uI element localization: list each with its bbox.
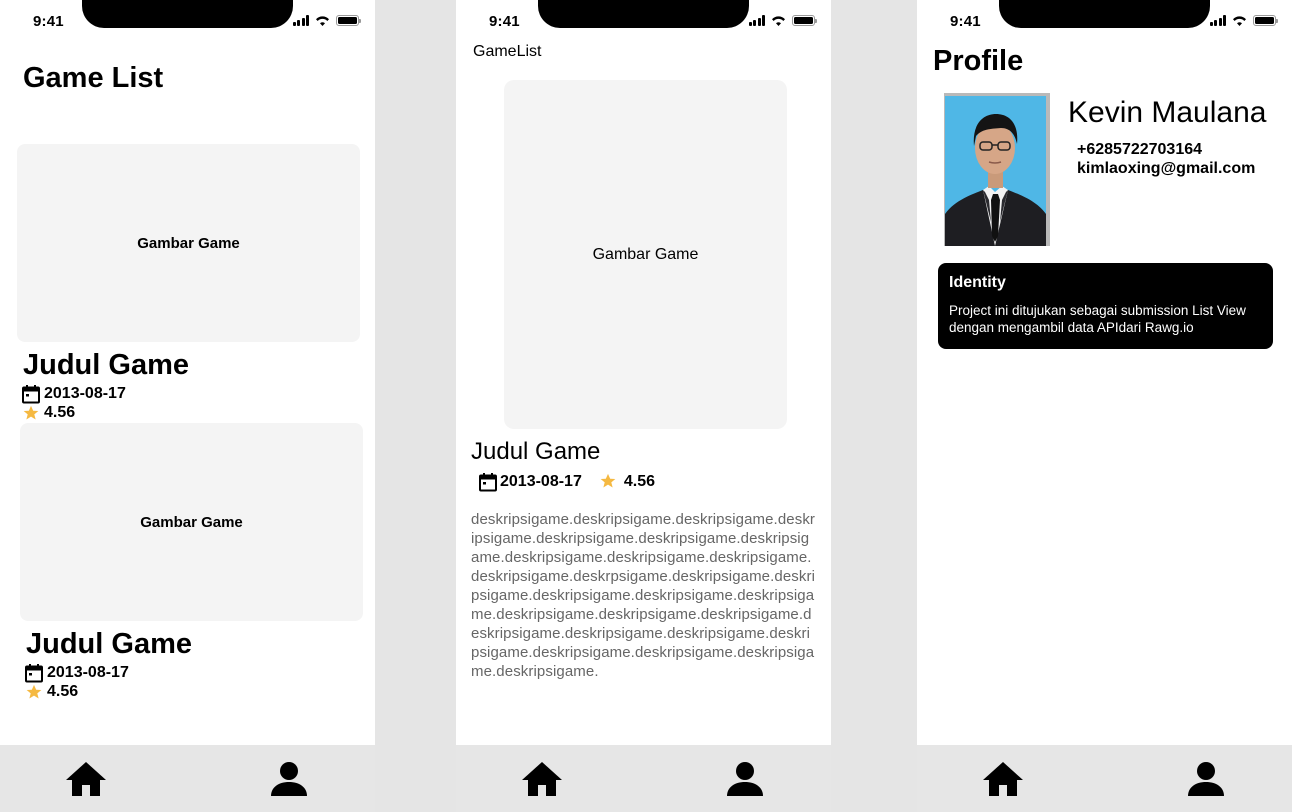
status-time: 9:41 [489, 13, 520, 30]
status-icons [292, 15, 361, 26]
wifi-icon [1233, 16, 1246, 26]
calendar-icon [478, 472, 498, 492]
status-time: 9:41 [950, 13, 981, 30]
status-icons [748, 15, 817, 26]
profile-icon[interactable] [270, 761, 308, 797]
rating-value: 4.56 [623, 473, 655, 490]
profile-photo [945, 96, 1046, 246]
star-icon [24, 682, 44, 702]
battery-icon [1253, 15, 1278, 26]
identity-card: Identity Project ini ditujukan sebagai s… [938, 263, 1273, 349]
wifi-icon [316, 16, 329, 26]
status-icons [1209, 15, 1278, 26]
calendar-icon [21, 384, 41, 404]
profile-icon[interactable] [726, 761, 764, 797]
profile-phone: +6285722703164 [1077, 141, 1203, 158]
notch [538, 0, 749, 28]
status-time: 9:41 [33, 13, 64, 30]
game-title[interactable]: Judul Game [26, 628, 192, 661]
profile-name: Kevin Maulana [1068, 96, 1267, 129]
game-image-label: Gambar Game [137, 234, 240, 252]
page-title: Profile [933, 45, 1024, 77]
page-title: Game List [23, 62, 164, 94]
notch [999, 0, 1210, 28]
game-description: deskripsigame.deskripsigame.deskripsigam… [471, 511, 816, 680]
notch [82, 0, 293, 28]
rating-value: 4.56 [47, 683, 79, 700]
meta-row: 2013-08-17 4.56 [478, 472, 655, 492]
wifi-icon [772, 16, 785, 26]
profile-email: kimlaoxing@gmail.com [1077, 160, 1256, 177]
release-date: 2013-08-17 [47, 664, 129, 681]
game-image-placeholder[interactable]: Gambar Game [17, 144, 360, 342]
signal-icon [748, 15, 765, 26]
bottom-nav [917, 745, 1292, 812]
star-icon [21, 403, 41, 423]
profile-photo-frame [944, 93, 1050, 246]
game-image-label: Gambar Game [592, 245, 699, 263]
game-image-placeholder: Gambar Game [504, 80, 787, 429]
game-image-label: Gambar Game [140, 513, 243, 531]
rating-row: 4.56 [24, 682, 78, 702]
signal-icon [292, 15, 309, 26]
bottom-nav [0, 745, 375, 812]
header-title: GameList [473, 43, 542, 60]
release-date-row: 2013-08-17 [21, 384, 126, 404]
star-icon [599, 472, 619, 492]
release-date: 2013-08-17 [500, 473, 582, 490]
game-title[interactable]: Judul Game [23, 349, 189, 382]
identity-description: Project ini ditujukan sebagai submission… [949, 303, 1246, 335]
game-image-placeholder[interactable]: Gambar Game [20, 423, 363, 621]
signal-icon [1209, 15, 1226, 26]
calendar-icon [24, 663, 44, 683]
home-icon[interactable] [981, 760, 1025, 798]
release-date-row: 2013-08-17 [24, 663, 129, 683]
release-date: 2013-08-17 [44, 385, 126, 402]
identity-title: Identity [949, 274, 1006, 291]
battery-icon [336, 15, 361, 26]
game-detail-screen: 9:41 GameList Gambar Game Judul Game 201… [456, 0, 831, 812]
game-list-screen: 9:41 Game List Gambar Game Judul Game 20… [0, 0, 375, 812]
rating-row: 4.56 [21, 403, 75, 423]
battery-icon [792, 15, 817, 26]
game-title: Judul Game [471, 438, 601, 465]
profile-icon[interactable] [1187, 761, 1225, 797]
rating-value: 4.56 [44, 404, 76, 421]
home-icon[interactable] [520, 760, 564, 798]
profile-screen: 9:41 Profile Kevin Maulana +628572270316… [917, 0, 1292, 812]
home-icon[interactable] [64, 760, 108, 798]
bottom-nav [456, 745, 831, 812]
